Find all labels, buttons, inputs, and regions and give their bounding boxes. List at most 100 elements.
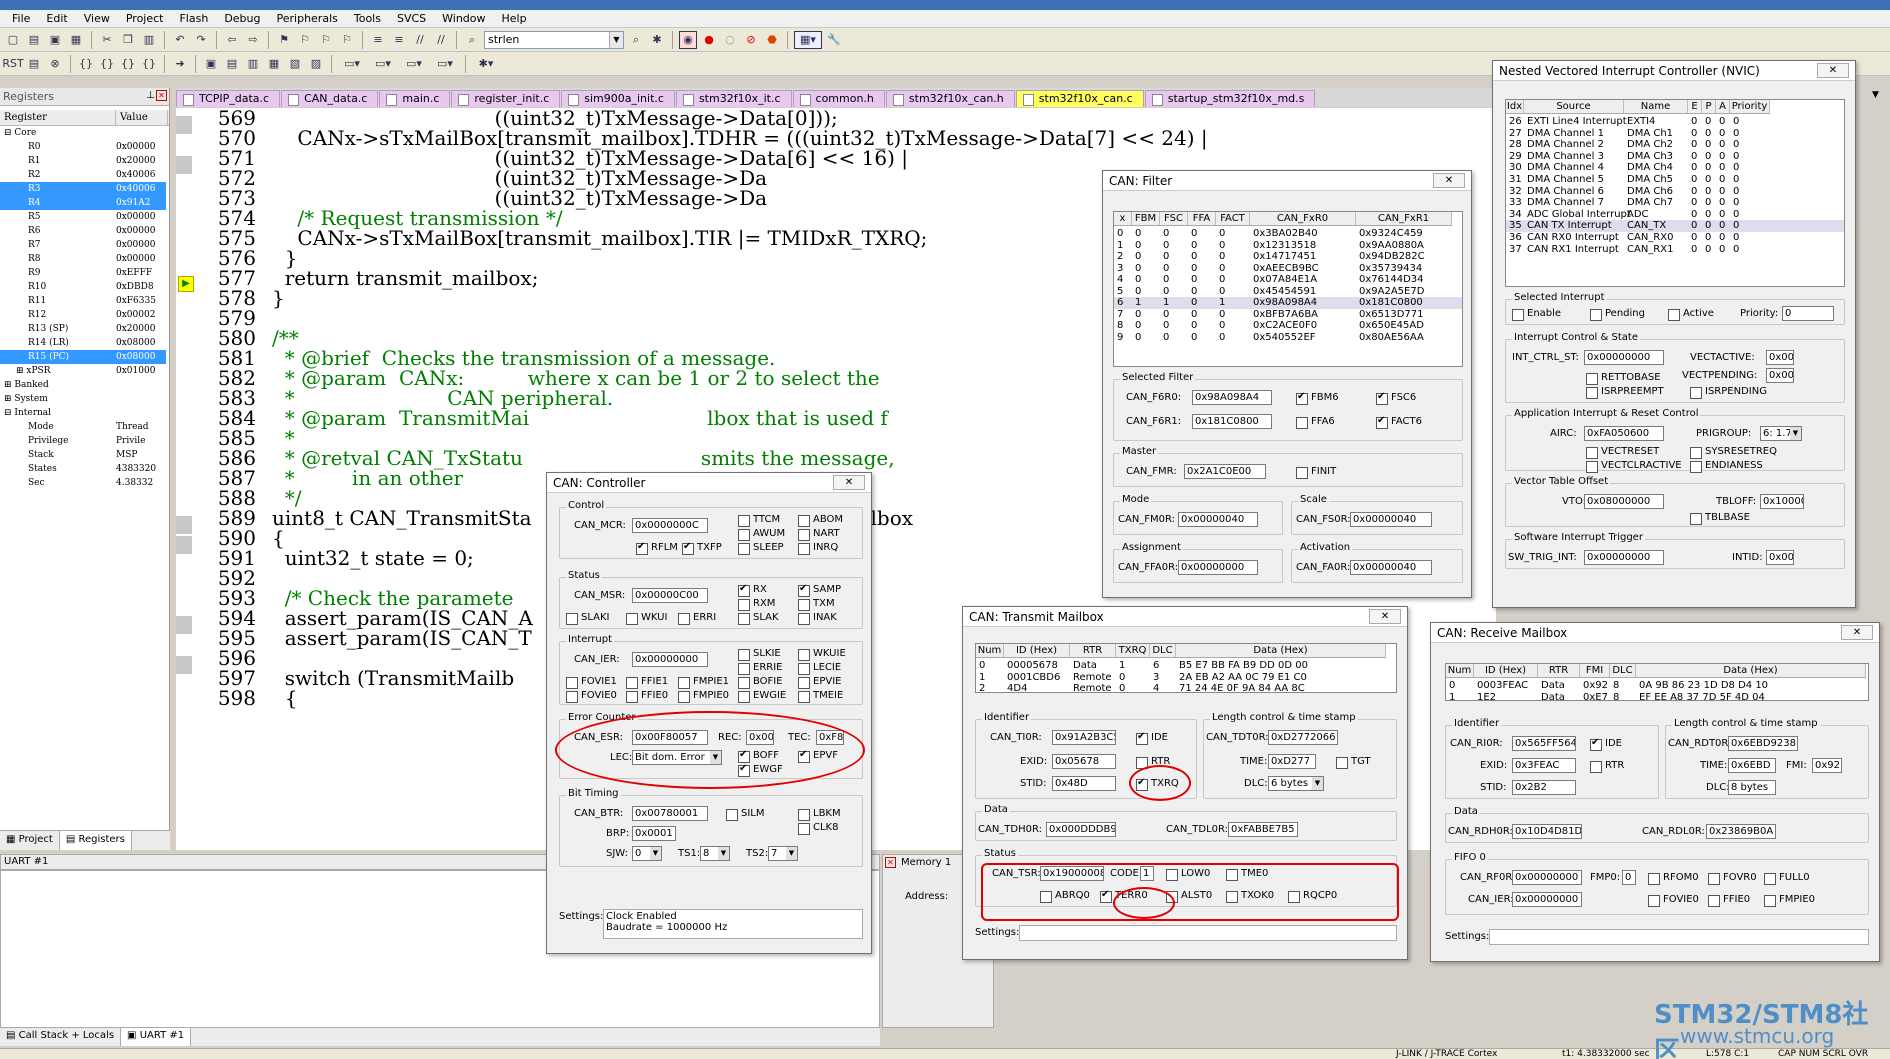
- full0-checkbox[interactable]: FULL0: [1764, 872, 1810, 885]
- chevron-down-icon[interactable]: ▼: [786, 847, 797, 860]
- tab-list-icon[interactable]: ▼: [1872, 90, 1879, 100]
- bookmark-icon[interactable]: ⚑: [275, 31, 293, 49]
- register-value[interactable]: 0x40006: [114, 182, 166, 196]
- register-value[interactable]: 0xDBD8: [114, 280, 166, 294]
- fmpie1-checkbox[interactable]: FMPIE1: [678, 676, 729, 689]
- priority-field[interactable]: 0: [1782, 306, 1834, 321]
- nav-back-icon[interactable]: ⇦: [223, 31, 241, 49]
- register-value[interactable]: [114, 378, 166, 392]
- step-over-icon[interactable]: {}: [98, 55, 116, 73]
- column-header[interactable]: RTR: [1070, 644, 1116, 658]
- comment-icon[interactable]: //: [411, 31, 429, 49]
- int-ctrl-field[interactable]: 0x00000000: [1584, 350, 1664, 365]
- tmeie-checkbox[interactable]: TMEIE: [798, 690, 843, 703]
- fa0r-field[interactable]: 0x00000040: [1350, 560, 1432, 575]
- register-row[interactable]: Stack MSP: [0, 448, 169, 462]
- call-stack-window-icon[interactable]: ▧: [286, 55, 304, 73]
- code-line[interactable]: CANx->sTxMailBox[transmit_mailbox].TIR |…: [272, 226, 927, 250]
- serial-window-icon[interactable]: ▭▾: [369, 55, 397, 73]
- menu-item[interactable]: File: [12, 12, 30, 25]
- clk8-checkbox[interactable]: CLK8: [798, 822, 838, 835]
- btr-field[interactable]: 0x00780001: [632, 806, 708, 821]
- ffa6-checkbox[interactable]: FFA6: [1296, 416, 1335, 429]
- register-row[interactable]: Privilege Privile: [0, 434, 169, 448]
- bookmark-prev-icon[interactable]: ⚐: [296, 31, 314, 49]
- watch-window-icon[interactable]: ▨: [307, 55, 325, 73]
- vectclractive-checkbox[interactable]: VECTCLRACTIVE: [1586, 460, 1682, 473]
- step-out-icon[interactable]: {}: [119, 55, 137, 73]
- register-value[interactable]: [114, 392, 166, 406]
- chevron-down-icon[interactable]: ▼: [650, 847, 661, 860]
- nart-checkbox[interactable]: NART: [798, 528, 840, 541]
- register-row[interactable]: R5 0x00000: [0, 210, 169, 224]
- lecie-checkbox[interactable]: LECIE: [798, 662, 841, 675]
- editor-tab[interactable]: stm32f10x_can.h: [885, 90, 1015, 107]
- register-row[interactable]: R2 0x40006: [0, 168, 169, 182]
- msr-field[interactable]: 0x00000C00: [632, 588, 708, 603]
- column-header[interactable]: x: [1114, 212, 1132, 226]
- column-header[interactable]: FACT: [1216, 212, 1250, 226]
- register-row[interactable]: R12 0x00002: [0, 308, 169, 322]
- expand-icon[interactable]: ⊞: [4, 380, 14, 390]
- column-header[interactable]: Name: [1624, 100, 1688, 114]
- rdh0r-field[interactable]: 0x10D4D81D: [1512, 824, 1582, 839]
- breakpoint-disable-all-icon[interactable]: ⊘: [742, 31, 760, 49]
- sjw-select[interactable]: 0 ▼: [632, 846, 662, 861]
- sysresetreq-checkbox[interactable]: SYSRESETREQ: [1690, 446, 1777, 459]
- register-value[interactable]: 0x91A2: [114, 196, 166, 210]
- register-value[interactable]: [114, 406, 166, 420]
- ttcm-checkbox[interactable]: TTCM: [738, 514, 780, 527]
- fact6-checkbox[interactable]: FACT6: [1376, 415, 1422, 429]
- column-header[interactable]: Data (Hex): [1636, 664, 1866, 678]
- analysis-window-icon[interactable]: ▭▾: [400, 55, 428, 73]
- column-header[interactable]: FMI: [1580, 664, 1610, 678]
- register-row[interactable]: R7 0x00000: [0, 238, 169, 252]
- copy-icon[interactable]: ❐: [119, 31, 137, 49]
- debug-session-icon[interactable]: ◉: [679, 30, 697, 49]
- filter-table[interactable]: x FBM FSC FFA FACT CAN_FxR0 CAN_FxR1 0 0 0 0 0 0x3BA…: [1113, 211, 1463, 367]
- tdh0r-field[interactable]: 0x000DDDB9: [1046, 822, 1116, 837]
- expand-icon[interactable]: ⊞: [16, 366, 26, 376]
- ffie0-checkbox[interactable]: FFIE0: [626, 690, 668, 703]
- register-value[interactable]: Thread: [114, 420, 166, 434]
- register-row[interactable]: Sec 4.38332: [0, 476, 169, 490]
- rettobase-checkbox[interactable]: RETTOBASE: [1586, 372, 1661, 385]
- ier-field[interactable]: 0x00000000: [1512, 892, 1582, 907]
- toolbox-icon[interactable]: ✱▾: [472, 55, 500, 73]
- register-row[interactable]: R8 0x00000: [0, 252, 169, 266]
- undo-icon[interactable]: ↶: [171, 31, 189, 49]
- tbloff-field[interactable]: 0x100000: [1760, 494, 1804, 509]
- register-row[interactable]: R3 0x40006: [0, 182, 169, 196]
- menu-item[interactable]: Peripherals: [277, 12, 338, 25]
- memory-window-icon[interactable]: ▭▾: [338, 55, 366, 73]
- menu-item[interactable]: Project: [126, 12, 164, 25]
- sleep-checkbox[interactable]: SLEEP: [738, 542, 784, 555]
- isrpreempt-checkbox[interactable]: ISRPREEMPT: [1586, 386, 1664, 399]
- new-file-icon[interactable]: ▢: [4, 31, 22, 49]
- expand-icon[interactable]: ⊞: [4, 394, 14, 404]
- register-row[interactable]: Mode Thread: [0, 420, 169, 434]
- endianess-checkbox[interactable]: ENDIANESS: [1690, 460, 1763, 473]
- redo-icon[interactable]: ↷: [192, 31, 210, 49]
- pin-icon[interactable]: ⊥: [146, 90, 155, 101]
- column-header[interactable]: Num: [976, 644, 1004, 658]
- close-button[interactable]: ✕: [833, 475, 865, 490]
- incremental-find-icon[interactable]: ✱: [648, 31, 666, 49]
- code-line[interactable]: switch (TransmitMailb: [272, 666, 514, 690]
- nav-forward-icon[interactable]: ⇨: [244, 31, 262, 49]
- column-header[interactable]: P: [1702, 100, 1716, 114]
- rtr-checkbox[interactable]: RTR: [1590, 760, 1624, 773]
- rflm-checkbox[interactable]: RFLM: [636, 541, 678, 555]
- finit-checkbox[interactable]: FINIT: [1296, 466, 1336, 479]
- column-header[interactable]: ID (Hex): [1474, 664, 1538, 678]
- run-to-cursor-icon[interactable]: {}: [140, 55, 158, 73]
- ier-field[interactable]: 0x00000000: [632, 652, 708, 667]
- register-row[interactable]: R11 0xF6335: [0, 294, 169, 308]
- menu-item[interactable]: Debug: [224, 12, 260, 25]
- code-line[interactable]: }: [272, 286, 285, 310]
- tab-registers[interactable]: ▤ Registers: [59, 831, 132, 850]
- vectactive-field[interactable]: 0x00: [1766, 350, 1794, 365]
- save-all-icon[interactable]: ▦: [67, 31, 85, 49]
- tx-mailbox-table[interactable]: Num ID (Hex) RTR TXRQ DLC Data (Hex) 0 00005678…: [975, 643, 1397, 693]
- rx-mailbox-table[interactable]: Num ID (Hex) RTR FMI DLC Data (Hex) 0 0003FEAC D…: [1445, 663, 1869, 701]
